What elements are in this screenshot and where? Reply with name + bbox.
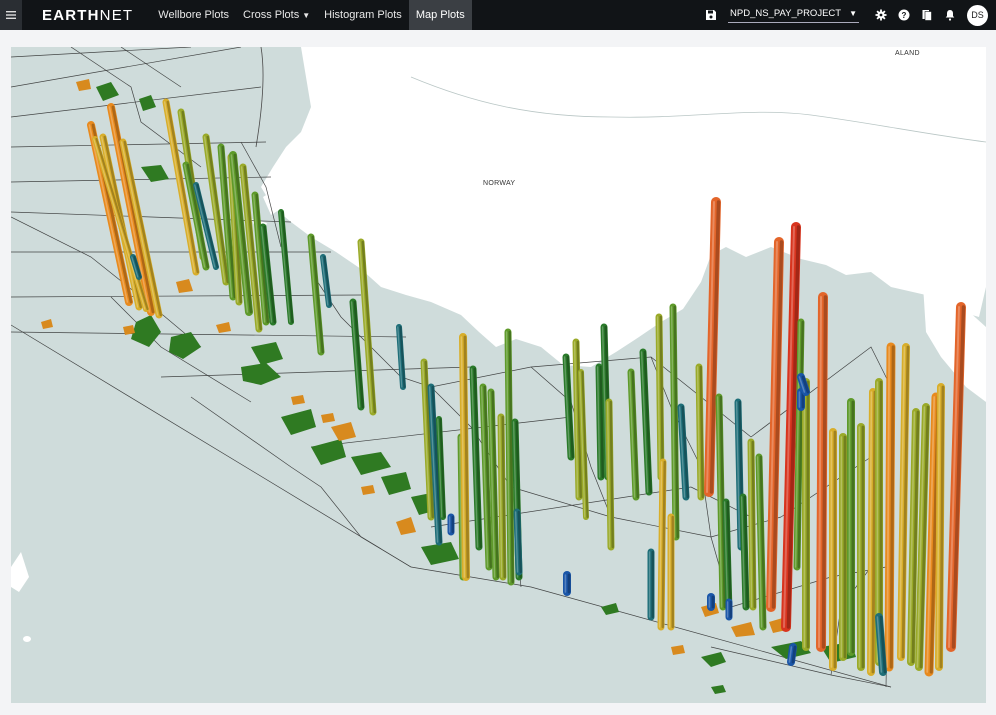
wellbore-cylinder[interactable]: [563, 571, 571, 596]
wellbore-cylinder[interactable]: [829, 428, 837, 671]
wellbore-cylinder[interactable]: [504, 328, 515, 586]
help-button[interactable]: ?: [892, 0, 915, 30]
project-dropdown[interactable]: NPD_NS_PAY_PROJECT ▼: [728, 7, 859, 23]
wellbore-cylinder[interactable]: [447, 513, 455, 536]
wellbore-cylinder[interactable]: [707, 593, 715, 611]
wellbore-cylinder[interactable]: [747, 438, 757, 611]
wellbore-cylinder[interactable]: [722, 498, 733, 616]
map-svg[interactable]: NORWAY ALAND: [11, 47, 986, 703]
wellbore-cylinder[interactable]: [647, 548, 655, 621]
wellbore-cylinder[interactable]: [857, 423, 865, 671]
wellbore-shade: [939, 385, 945, 669]
tab-map-plots[interactable]: Map Plots: [408, 0, 472, 30]
wellbore-cylinder[interactable]: [459, 333, 470, 581]
tab-cross-plots[interactable]: Cross Plots ▼: [236, 0, 317, 30]
help-icon: ?: [898, 9, 909, 21]
menu-icon: [6, 11, 16, 19]
wellbore-cylinder[interactable]: [739, 493, 750, 611]
wellbore-cylinder[interactable]: [725, 598, 733, 621]
wellbore-cylinder[interactable]: [839, 433, 847, 661]
save-icon: [705, 10, 716, 20]
documentation-button[interactable]: [915, 0, 938, 30]
wellbore-cylinder[interactable]: [816, 292, 828, 652]
wellbore-cylinder[interactable]: [605, 398, 615, 551]
tab-histogram-plots[interactable]: Histogram Plots: [317, 0, 409, 30]
chevron-down-icon: ▼: [302, 10, 311, 20]
wellbore-cylinder[interactable]: [513, 508, 523, 576]
label-aland: ALAND: [895, 50, 920, 57]
hamburger-menu-button[interactable]: [0, 0, 22, 30]
wellbore-cylinder[interactable]: [655, 313, 665, 481]
wellbore-shade: [871, 390, 877, 674]
wellbore-cylinder[interactable]: [802, 378, 810, 651]
wellbore-cylinder[interactable]: [797, 388, 805, 411]
settings-button[interactable]: [869, 0, 892, 30]
book-icon: [922, 10, 932, 21]
wellbore-cylinder[interactable]: [667, 513, 675, 631]
wellbore-cylinder[interactable]: [787, 643, 797, 666]
wellbore-cylinder[interactable]: [657, 458, 667, 631]
wellbore-cylinder[interactable]: [695, 363, 705, 501]
bell-icon: [945, 10, 954, 21]
wellbore-cylinder[interactable]: [884, 342, 896, 672]
land-islet: [23, 636, 31, 642]
tab-wellbore-plots[interactable]: Wellbore Plots: [151, 0, 236, 30]
wellbore-cylinder[interactable]: [497, 413, 507, 581]
map-plot-canvas[interactable]: NORWAY ALAND: [11, 47, 986, 703]
wellbore-shade: [821, 295, 828, 649]
wellbore-shade: [791, 645, 797, 664]
svg-text:?: ?: [901, 11, 906, 20]
top-navigation-bar: EARTHNET Wellbore Plots Cross Plots ▼ His…: [0, 0, 996, 30]
app-logo[interactable]: EARTHNET: [42, 7, 133, 24]
label-norway: NORWAY: [483, 180, 515, 187]
wellbore-cylinder[interactable]: [669, 303, 680, 541]
save-button[interactable]: [699, 0, 722, 30]
wellbore-shade: [889, 345, 895, 669]
user-avatar[interactable]: DS: [967, 4, 988, 26]
gear-icon: [875, 9, 886, 21]
notifications-button[interactable]: [938, 0, 961, 30]
wellbore-cylinder[interactable]: [847, 398, 855, 656]
wellbore-cylinder[interactable]: [867, 388, 877, 676]
chevron-down-icon: ▼: [849, 9, 857, 18]
toolbar-right: NPD_NS_PAY_PROJECT ▼ ? DS: [699, 0, 988, 30]
wellbore-cylinder[interactable]: [935, 383, 945, 671]
wellbore-cylinder[interactable]: [595, 363, 605, 481]
